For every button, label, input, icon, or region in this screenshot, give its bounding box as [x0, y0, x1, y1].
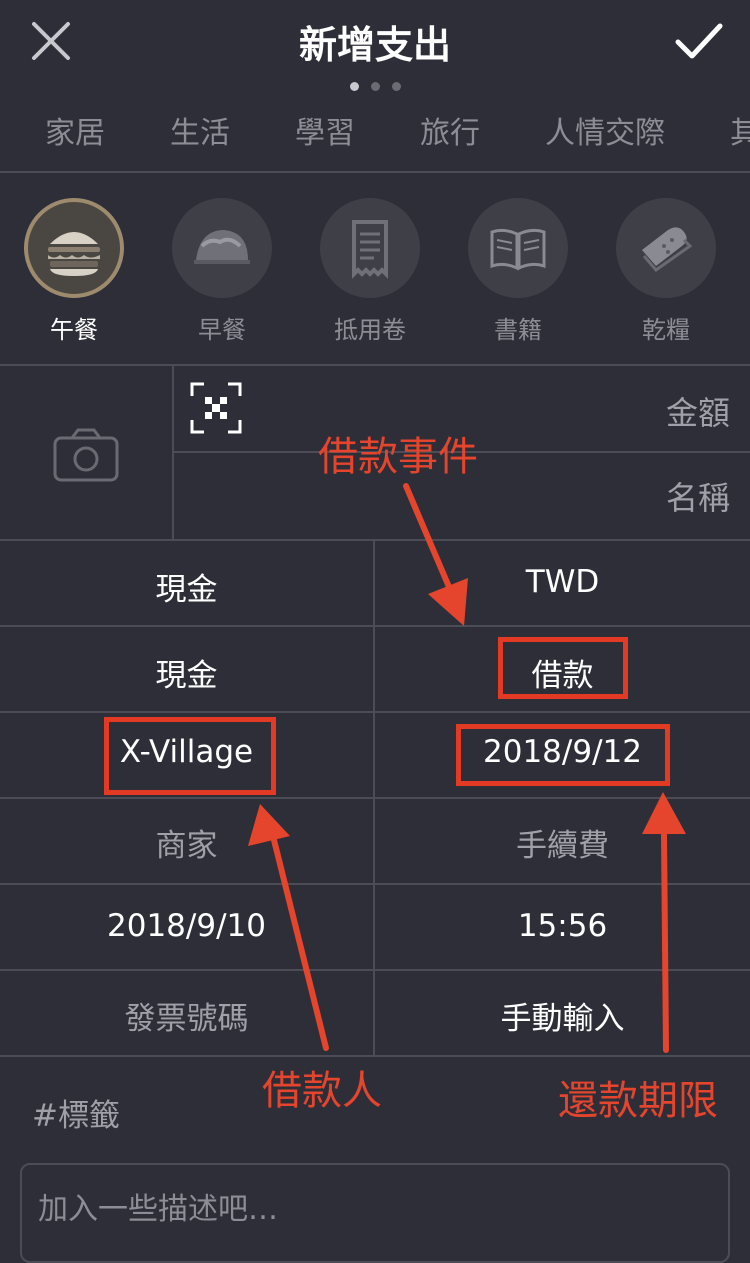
arrow-head — [642, 792, 686, 834]
arrow-head — [248, 804, 290, 846]
arrow-to-due-date — [661, 831, 669, 1053]
annotation-arrows — [248, 483, 686, 1053]
arrow-to-loan-type — [403, 483, 455, 597]
arrow-to-borrower — [271, 837, 329, 1051]
